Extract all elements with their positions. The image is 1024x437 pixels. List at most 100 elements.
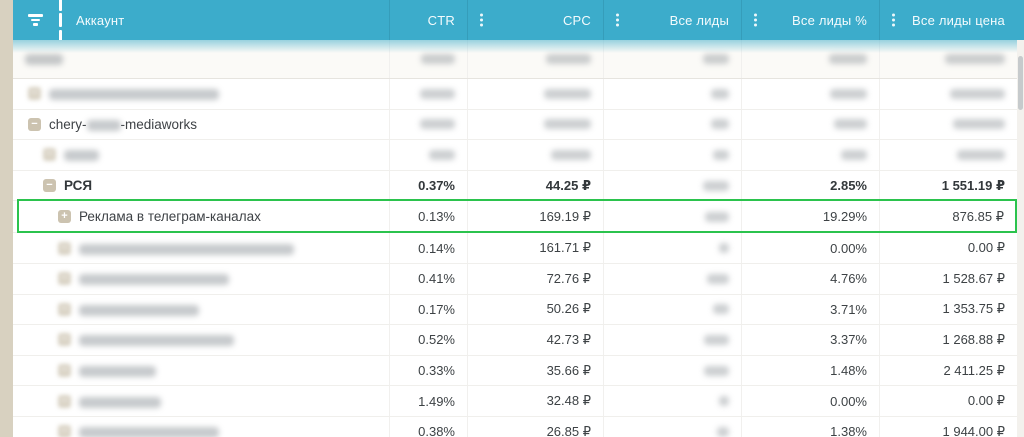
redacted-value xyxy=(713,304,729,314)
cell-leads_pct: 2.85% xyxy=(742,171,880,201)
cell-leads_cost: 2 411.25 ₽ xyxy=(880,356,1017,386)
tree-toggle-icon-redacted[interactable]: − xyxy=(58,395,71,408)
account-row-chery-mediaworks[interactable]: −chery--mediaworks xyxy=(13,110,1017,141)
collapse-toggle-icon[interactable]: − xyxy=(28,118,41,131)
campaign-row-redacted[interactable]: −0.33%35.66 ₽1.48%2 411.25 ₽ xyxy=(13,356,1017,387)
cell-leads_pct xyxy=(742,110,880,140)
redacted-value xyxy=(957,150,1005,160)
header-label-leads_pct: Все лиды % xyxy=(792,13,867,28)
cell-leads_cost xyxy=(880,140,1017,170)
campaign-row-redacted[interactable]: −0.14%161.71 ₽0.00%0.00 ₽ xyxy=(13,233,1017,264)
tree-toggle-icon-redacted[interactable]: − xyxy=(58,333,71,346)
campaign-group-row-rsya[interactable]: −РСЯ0.37%44.25 ₽2.85%1 551.19 ₽ xyxy=(13,171,1017,202)
header-cell-cpc[interactable]: CPC xyxy=(468,0,604,40)
cell-leads_cost: 1 353.75 ₽ xyxy=(880,295,1017,325)
header-cell-leads[interactable]: Все лиды xyxy=(604,0,742,40)
columns-icon[interactable] xyxy=(59,0,62,44)
redacted-value xyxy=(711,89,729,99)
redacted-value xyxy=(544,119,591,129)
cell-ctr: 0.52% xyxy=(390,325,468,355)
cell-ctr: 0.33% xyxy=(390,356,468,386)
redacted-value xyxy=(704,335,729,345)
redacted-value xyxy=(711,119,729,129)
kebab-menu-icon[interactable] xyxy=(892,14,895,27)
header-cell-account[interactable]: Аккаунт xyxy=(13,0,390,40)
redacted-value xyxy=(834,119,867,129)
collapse-toggle-icon[interactable]: − xyxy=(43,179,56,192)
table-header: Аккаунт CTR CPC Все лиды Все лиды % Все лиды… xyxy=(13,0,1017,40)
expand-toggle-icon[interactable]: + xyxy=(58,210,71,223)
tree-toggle-icon-redacted[interactable]: − xyxy=(43,148,56,161)
header-cell-ctr[interactable]: CTR xyxy=(390,0,468,40)
cell-leads_pct: 3.37% xyxy=(742,325,880,355)
campaign-row-redacted[interactable]: −1.49%32.48 ₽0.00%0.00 ₽ xyxy=(13,386,1017,417)
tree-label xyxy=(25,52,63,67)
account-row-redacted[interactable]: − xyxy=(13,79,1017,110)
tree-label xyxy=(79,424,219,437)
redacted-text xyxy=(64,150,99,161)
cell-leads_pct: 3.71% xyxy=(742,295,880,325)
cell-leads_cost: 876.85 ₽ xyxy=(880,201,1017,232)
redacted-value xyxy=(705,212,729,222)
redacted-value xyxy=(546,54,591,64)
tree-cell xyxy=(13,40,390,78)
cell-leads_cost xyxy=(880,40,1017,78)
cell-leads_pct xyxy=(742,79,880,109)
tree-toggle-icon-redacted[interactable]: − xyxy=(58,272,71,285)
redacted-text xyxy=(25,54,63,65)
report-table-screen: Аккаунт CTR CPC Все лиды Все лиды % Все лиды… xyxy=(0,0,1024,437)
tree-label xyxy=(79,332,234,347)
redacted-text xyxy=(79,397,161,408)
campaign-row-telegram-ads[interactable]: +Реклама в телеграм-каналах0.13%169.19 ₽… xyxy=(13,201,1017,233)
vertical-scrollbar-thumb[interactable] xyxy=(1018,56,1023,110)
redacted-text xyxy=(79,274,229,285)
campaign-row-redacted[interactable]: −0.38%26.85 ₽1.38%1 944.00 ₽ xyxy=(13,417,1017,437)
cell-leads xyxy=(604,264,742,294)
redacted-value xyxy=(713,150,729,160)
redacted-text xyxy=(79,366,156,377)
cell-leads xyxy=(604,325,742,355)
kebab-menu-icon[interactable] xyxy=(616,14,619,27)
tree-cell: − xyxy=(13,264,390,294)
cell-cpc: 44.25 ₽ xyxy=(468,171,604,201)
tree-toggle-icon-redacted[interactable]: − xyxy=(58,303,71,316)
tree-label xyxy=(49,86,219,101)
header-label-leads_cost: Все лиды цена xyxy=(912,13,1005,28)
redacted-text xyxy=(79,305,199,316)
tree-cell: −chery--mediaworks xyxy=(13,110,390,140)
cell-leads xyxy=(604,79,742,109)
tree-label: Реклама в телеграм-каналах xyxy=(79,209,261,224)
redacted-value xyxy=(707,274,729,284)
tree-toggle-icon-redacted[interactable]: − xyxy=(58,425,71,437)
tree-cell: − xyxy=(13,79,390,109)
kebab-menu-icon[interactable] xyxy=(480,14,483,27)
tree-label xyxy=(79,271,229,286)
cell-cpc: 169.19 ₽ xyxy=(468,201,604,232)
cell-ctr: 0.17% xyxy=(390,295,468,325)
campaign-row-redacted[interactable]: −0.17%50.26 ₽3.71%1 353.75 ₽ xyxy=(13,295,1017,326)
cell-leads xyxy=(604,40,742,78)
header-label-cpc: CPC xyxy=(563,13,591,28)
tree-cell: − xyxy=(13,386,390,416)
campaign-row-redacted[interactable]: −0.41%72.76 ₽4.76%1 528.67 ₽ xyxy=(13,264,1017,295)
filter-icon[interactable] xyxy=(28,14,43,26)
cell-leads_pct: 1.48% xyxy=(742,356,880,386)
cell-leads xyxy=(604,356,742,386)
header-cell-leads_cost[interactable]: Все лиды цена xyxy=(880,0,1017,40)
header-label-leads: Все лиды xyxy=(670,13,729,28)
kebab-menu-icon[interactable] xyxy=(754,14,757,27)
tree-cell: + Реклама в телеграм-каналах xyxy=(13,201,390,232)
summary-row-redacted[interactable] xyxy=(13,40,1017,79)
tree-cell: − xyxy=(13,325,390,355)
campaign-row-redacted[interactable]: −0.52%42.73 ₽3.37%1 268.88 ₽ xyxy=(13,325,1017,356)
tree-toggle-icon-redacted[interactable]: − xyxy=(28,87,41,100)
vertical-scrollbar-track[interactable] xyxy=(1017,40,1024,437)
campaign-group-row-redacted[interactable]: − xyxy=(13,140,1017,171)
redacted-value xyxy=(717,427,729,437)
tree-toggle-icon-redacted[interactable]: − xyxy=(58,364,71,377)
cell-leads_pct: 1.38% xyxy=(742,417,880,437)
cell-leads_pct: 0.00% xyxy=(742,233,880,263)
header-cell-leads_pct[interactable]: Все лиды % xyxy=(742,0,880,40)
tree-toggle-icon-redacted[interactable]: − xyxy=(58,242,71,255)
tree-cell: − xyxy=(13,233,390,263)
